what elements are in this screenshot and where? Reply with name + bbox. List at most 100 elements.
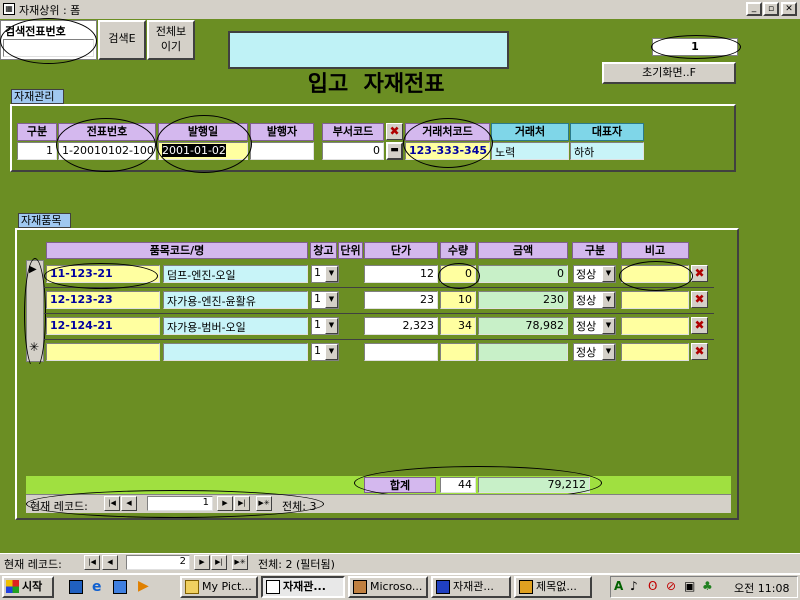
header-item: 품목코드/명 xyxy=(46,242,308,259)
dropdown-arrow-icon[interactable]: ▼ xyxy=(325,344,338,360)
quick-launch-media-icon[interactable]: ▶ xyxy=(138,579,149,593)
first-record-button[interactable]: |◀ xyxy=(84,555,100,570)
quick-launch-outlook-icon[interactable] xyxy=(113,580,127,594)
warehouse-combo[interactable]: 1 ▼ xyxy=(311,317,339,335)
quick-launch-desktop-icon[interactable] xyxy=(69,580,83,594)
new-record-button[interactable]: ▶✳ xyxy=(232,555,248,570)
init-screen-button[interactable]: 초기화면..F xyxy=(602,62,736,84)
delete-row-icon[interactable]: ✖ xyxy=(691,343,708,360)
next-record-button[interactable]: ▶ xyxy=(194,555,210,570)
issuer-field[interactable] xyxy=(250,142,314,160)
close-button[interactable]: ✕ xyxy=(781,2,797,16)
minimize-button[interactable]: _ xyxy=(746,2,762,16)
subform-record-input[interactable]: 1 xyxy=(147,496,213,511)
search-input[interactable] xyxy=(3,39,94,57)
subform-nav-label: 현재 레코드: xyxy=(30,500,88,513)
main-record-input[interactable]: 2 xyxy=(126,555,190,570)
dropdown-arrow-icon[interactable]: ▼ xyxy=(325,318,338,334)
amount-field: 0 xyxy=(478,265,568,283)
next-record-button[interactable]: ▶ xyxy=(217,496,233,511)
issue-date-field[interactable]: 2001-01-02 xyxy=(158,142,248,160)
delete-row-icon[interactable]: ✖ xyxy=(691,317,708,334)
gubun-combo[interactable]: 정상 ▼ xyxy=(573,291,616,309)
header-warehouse: 창고 xyxy=(310,242,337,259)
dropdown-arrow-icon[interactable]: ▼ xyxy=(602,318,615,334)
price-field[interactable]: 12 xyxy=(364,265,438,283)
header-note: 비고 xyxy=(621,242,689,259)
gubun-combo[interactable]: 정상 ▼ xyxy=(573,317,616,335)
vendor-field[interactable]: 노력 xyxy=(491,142,569,160)
task-microsoft[interactable]: Microso... xyxy=(348,576,428,598)
maximize-button[interactable]: ▫ xyxy=(763,2,779,16)
folder-icon xyxy=(185,580,199,594)
task-untitled[interactable]: 제목없... xyxy=(514,576,592,598)
price-field[interactable]: 2,323 xyxy=(364,317,438,335)
search-label: 검색전표번호 xyxy=(1,21,96,41)
tray-block-icon[interactable]: ⊘ xyxy=(666,579,676,593)
note-field[interactable] xyxy=(621,265,689,283)
qty-field[interactable] xyxy=(440,343,476,361)
dept-lookup-icon[interactable]: ▬ xyxy=(386,142,403,160)
item-name-field[interactable] xyxy=(163,343,308,361)
tray-ime-icon[interactable]: A xyxy=(614,579,623,593)
dropdown-arrow-icon[interactable]: ▼ xyxy=(325,266,338,282)
warehouse-combo[interactable]: 1 ▼ xyxy=(311,265,339,283)
word-icon xyxy=(436,580,450,594)
qty-field[interactable]: 10 xyxy=(440,291,476,309)
current-record-icon[interactable]: ▶ xyxy=(29,264,37,275)
dropdown-arrow-icon[interactable]: ▼ xyxy=(325,292,338,308)
header-issue-date: 발행일 xyxy=(158,123,248,141)
last-record-button[interactable]: ▶| xyxy=(234,496,250,511)
delete-row-icon[interactable]: ✖ xyxy=(691,265,708,282)
voucher-no-field[interactable]: 1-20010102-1007 xyxy=(58,142,156,160)
tray-app-icon[interactable]: ʘ xyxy=(648,579,657,593)
warehouse-combo[interactable]: 1 ▼ xyxy=(311,343,339,361)
note-field[interactable] xyxy=(621,343,689,361)
view-all-button[interactable]: 전체보 이기 xyxy=(147,20,195,60)
first-record-button[interactable]: |◀ xyxy=(104,496,120,511)
gubun-field[interactable]: 1 xyxy=(17,142,57,160)
tray-speaker-icon[interactable]: ♪ xyxy=(630,579,638,593)
note-field[interactable] xyxy=(621,291,689,309)
form-icon xyxy=(266,580,280,594)
quick-launch-ie-icon[interactable]: e xyxy=(92,580,102,594)
vendor-code-field[interactable]: 123-333-345 xyxy=(405,142,490,160)
gubun-combo[interactable]: 정상 ▼ xyxy=(573,265,616,283)
prev-record-button[interactable]: ◀ xyxy=(102,555,118,570)
item-code-field[interactable] xyxy=(46,343,160,361)
task-material-doc[interactable]: 자재관... xyxy=(431,576,511,598)
task-material-form[interactable]: 자재관... xyxy=(261,576,345,598)
new-record-icon[interactable]: ✳ xyxy=(29,340,39,354)
warehouse-combo[interactable]: 1 ▼ xyxy=(311,291,339,309)
qty-field[interactable]: 0 xyxy=(440,265,476,283)
rep-field[interactable]: 하하 xyxy=(570,142,644,160)
new-record-button[interactable]: ▶✳ xyxy=(256,496,272,511)
item-code-field[interactable]: 12-123-23 xyxy=(46,291,160,309)
dept-code-field[interactable]: 0 xyxy=(322,142,384,160)
prev-record-button[interactable]: ◀ xyxy=(121,496,137,511)
gubun-combo[interactable]: 정상 ▼ xyxy=(573,343,616,361)
item-code-field[interactable]: 11-123-21 xyxy=(46,265,160,283)
tray-network-icon[interactable]: ▣ xyxy=(684,579,695,593)
search-button[interactable]: 검색E xyxy=(98,20,146,60)
header-price: 단가 xyxy=(364,242,438,259)
last-record-button[interactable]: ▶| xyxy=(211,555,227,570)
dept-delete-icon[interactable]: ✖ xyxy=(386,123,403,140)
price-field[interactable] xyxy=(364,343,438,361)
item-name-field[interactable]: 자가용-엔진-윤활유 xyxy=(163,291,308,309)
start-button[interactable]: 시작 xyxy=(2,576,54,598)
qty-field[interactable]: 34 xyxy=(440,317,476,335)
item-name-field[interactable]: 자가용-범버-오일 xyxy=(163,317,308,335)
title-bar: ▦ 자재상위 : 폼 _ ▫ ✕ xyxy=(0,0,800,19)
tray-users-icon[interactable]: ♣ xyxy=(702,579,713,593)
task-my-pictures[interactable]: My Pict... xyxy=(180,576,258,598)
grid-empty-area xyxy=(26,364,730,474)
note-field[interactable] xyxy=(621,317,689,335)
dropdown-arrow-icon[interactable]: ▼ xyxy=(602,266,615,282)
delete-row-icon[interactable]: ✖ xyxy=(691,291,708,308)
dropdown-arrow-icon[interactable]: ▼ xyxy=(602,292,615,308)
price-field[interactable]: 23 xyxy=(364,291,438,309)
dropdown-arrow-icon[interactable]: ▼ xyxy=(602,344,615,360)
item-name-field[interactable]: 덤프-엔진-오일 xyxy=(163,265,308,283)
item-code-field[interactable]: 12-124-21 xyxy=(46,317,160,335)
